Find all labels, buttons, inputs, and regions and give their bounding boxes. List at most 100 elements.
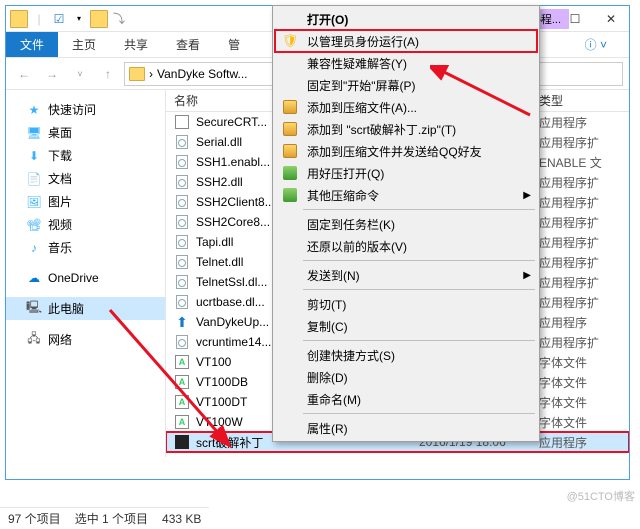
up-button[interactable]: ↑ (96, 62, 120, 86)
file-name: SSH2.dll (196, 175, 243, 189)
file-icon (174, 134, 190, 150)
breadcrumb-path[interactable]: VanDyke Softw... (157, 67, 248, 81)
menu-item-label: 以管理员身份运行(A) (307, 33, 419, 50)
sidebar-item[interactable]: ★ 快速访问 (6, 98, 165, 121)
good-icon (281, 164, 299, 182)
menu-item[interactable]: 添加到压缩文件并发送给QQ好友 (275, 140, 537, 162)
menu-item[interactable]: 添加到 "scrt破解补丁.zip"(T) (275, 118, 537, 140)
blank-icon (281, 346, 299, 364)
net-icon: 🖧 (26, 332, 42, 348)
file-name: VT100 (196, 355, 231, 369)
file-name: TelnetSsl.dl... (196, 275, 267, 289)
file-type: 应用程序扩 (539, 134, 629, 151)
close-button[interactable]: ✕ (593, 6, 629, 32)
menu-item[interactable]: 🛡以管理员身份运行(A) (275, 30, 537, 52)
download-icon: ⬇ (26, 148, 42, 164)
menu-item[interactable]: 添加到压缩文件(A)... (275, 96, 537, 118)
menu-item[interactable]: 发送到(N)▶ (275, 264, 537, 286)
file-name: Serial.dll (196, 135, 242, 149)
menu-item[interactable]: 属性(R) (275, 417, 537, 439)
menu-item-label: 发送到(N) (307, 267, 360, 284)
sidebar-item[interactable]: 🖥桌面 (6, 121, 165, 144)
file-icon: A (174, 414, 190, 430)
zip-icon (281, 120, 299, 138)
file-icon (174, 234, 190, 250)
maximize-button[interactable]: ☐ (557, 6, 593, 32)
file-icon (174, 254, 190, 270)
back-button[interactable]: ← (12, 62, 36, 86)
menu-item[interactable]: 固定到"开始"屏幕(P) (275, 74, 537, 96)
file-type: 应用程序扩 (539, 294, 629, 311)
dropdown-icon[interactable]: ▾ (70, 10, 88, 28)
checkbox-icon[interactable]: ☑ (50, 10, 68, 28)
item-count: 97 个项目 (8, 510, 61, 527)
menu-separator (303, 340, 535, 341)
doc-icon: 📄 (26, 171, 42, 187)
menu-item[interactable]: 删除(D) (275, 366, 537, 388)
music-icon: ♪ (26, 240, 42, 256)
file-icon (174, 294, 190, 310)
menu-item[interactable]: 还原以前的版本(V) (275, 235, 537, 257)
menu-item[interactable]: 固定到任务栏(K) (275, 213, 537, 235)
file-tab[interactable]: 文件 (6, 32, 58, 57)
file-name: scrt破解补丁 (196, 434, 263, 451)
star-icon: ★ (26, 102, 42, 118)
recent-dropdown[interactable]: ˅ (68, 62, 92, 86)
sidebar-item[interactable]: ♪音乐 (6, 236, 165, 259)
menu-separator (303, 289, 535, 290)
file-name: ucrtbase.dl... (196, 295, 265, 309)
menu-item-label: 兼容性疑难解答(Y) (307, 55, 407, 72)
sidebar-item[interactable]: 🖧网络 (6, 328, 165, 351)
qat-overflow-icon[interactable]: ⤵ (110, 10, 128, 28)
menu-separator (303, 413, 535, 414)
menu-item[interactable]: 兼容性疑难解答(Y) (275, 52, 537, 74)
menu-item[interactable]: 打开(O) (275, 8, 537, 30)
menu-item-label: 创建快捷方式(S) (307, 347, 395, 364)
help-icon[interactable]: ⓘ ˅ (571, 32, 621, 57)
menu-separator (303, 260, 535, 261)
nav-pane: ★ 快速访问 🖥桌面⬇下载📄文档🖼图片📽视频♪音乐 ☁OneDrive 🖳此电脑 🖧网络 (6, 90, 166, 457)
blank-icon (281, 317, 299, 335)
file-type: ENABLE 文 (539, 154, 629, 171)
file-icon: A (174, 374, 190, 390)
sidebar-item[interactable]: 📄文档 (6, 167, 165, 190)
sidebar-item[interactable]: 🖼图片 (6, 190, 165, 213)
menu-item-label: 添加到压缩文件(A)... (307, 99, 417, 116)
manage-tab[interactable]: 管 (214, 32, 254, 57)
watermark: @51CTO博客 (567, 488, 635, 504)
sidebar-item[interactable]: 🖳此电脑 (6, 297, 165, 320)
home-tab[interactable]: 主页 (58, 32, 110, 57)
breadcrumb-sep: › (149, 67, 153, 81)
video-icon: 📽 (26, 217, 42, 233)
menu-item[interactable]: 复制(C) (275, 315, 537, 337)
menu-item-label: 还原以前的版本(V) (307, 238, 407, 255)
file-name: Telnet.dll (196, 255, 243, 269)
menu-item-label: 删除(D) (307, 369, 348, 386)
menu-item[interactable]: 剪切(T) (275, 293, 537, 315)
file-name: vcruntime14... (196, 335, 271, 349)
view-tab[interactable]: 查看 (162, 32, 214, 57)
file-type: 字体文件 (539, 414, 629, 431)
file-name: SecureCRT... (196, 115, 267, 129)
pc-icon: 🖳 (26, 301, 42, 317)
forward-button[interactable]: → (40, 62, 64, 86)
menu-item[interactable]: 其他压缩命令▶ (275, 184, 537, 206)
menu-item[interactable]: 创建快捷方式(S) (275, 344, 537, 366)
blank-icon (281, 237, 299, 255)
sidebar-item[interactable]: 📽视频 (6, 213, 165, 236)
sidebar-item-label: 图片 (48, 193, 72, 210)
sidebar-item[interactable]: ⬇下载 (6, 144, 165, 167)
menu-item[interactable]: 用好压打开(Q) (275, 162, 537, 184)
sidebar-item-label: 快速访问 (48, 101, 96, 118)
file-name: VT100DT (196, 395, 247, 409)
sidebar-item[interactable]: ☁OneDrive (6, 267, 165, 289)
file-type: 字体文件 (539, 394, 629, 411)
share-tab[interactable]: 共享 (110, 32, 162, 57)
file-icon (174, 274, 190, 290)
file-icon (174, 334, 190, 350)
col-type[interactable]: 类型 (539, 92, 629, 109)
file-icon: A (174, 394, 190, 410)
menu-item-label: 属性(R) (307, 420, 348, 437)
blank-icon (281, 215, 299, 233)
menu-item[interactable]: 重命名(M) (275, 388, 537, 410)
